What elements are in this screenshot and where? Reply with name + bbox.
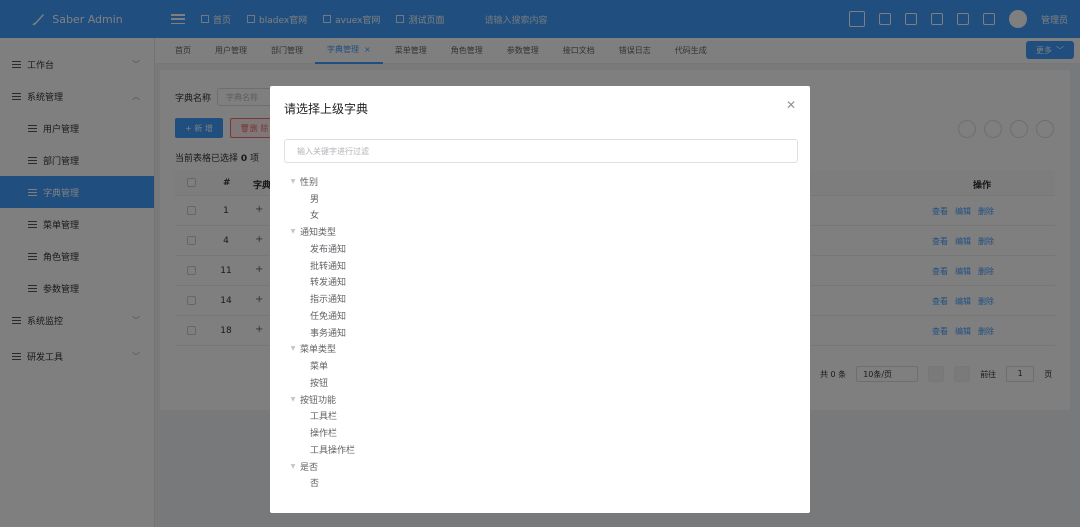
tree-node-label: 事务通知 — [310, 328, 347, 339]
tree-node[interactable]: 工具操作栏 — [288, 441, 355, 458]
tree-node-label: 按钮 — [310, 378, 329, 389]
tree-node-label: 男 — [310, 194, 320, 205]
select-parent-dict-dialog: 请选择上级字典 ✕ 输入关键字进行过滤 ▼ 性别 男 女 ▼ 通知类型 发布通知 批… — [270, 86, 810, 513]
tree-node[interactable]: 操作栏 — [288, 424, 355, 441]
tree-node-label: 指示通知 — [310, 295, 347, 306]
dict-tree: ▼ 性别 男 女 ▼ 通知类型 发布通知 批转通知 转发通知 指示通知 任免通知 事… — [288, 173, 355, 491]
tree-node[interactable]: 发布通知 — [288, 240, 355, 257]
caret-down-icon[interactable]: ▼ — [288, 396, 298, 403]
tree-node[interactable]: ▼ 是否 — [288, 458, 355, 475]
tree-node-label: 操作栏 — [310, 429, 338, 440]
tree-node[interactable]: ▼ 按钮功能 — [288, 391, 355, 408]
tree-node-label: 转发通知 — [310, 278, 347, 289]
tree-node[interactable]: 事务通知 — [288, 324, 355, 341]
tree-node-label: 女 — [310, 211, 320, 222]
tree-node-label: 菜单 — [310, 362, 329, 373]
tree-node[interactable]: 菜单 — [288, 357, 355, 374]
caret-down-icon[interactable]: ▼ — [288, 345, 298, 352]
tree-node-label: 批转通知 — [310, 261, 347, 272]
tree-node[interactable]: ▼ 菜单类型 — [288, 341, 355, 358]
tree-node[interactable]: ▼ 性别 — [288, 173, 355, 190]
tree-node-label: 是否 — [300, 462, 319, 473]
tree-node[interactable]: 男 — [288, 190, 355, 207]
tree-node-label: 性别 — [300, 177, 319, 188]
tree-node-label: 任免通知 — [310, 311, 347, 322]
tree-node[interactable]: 否 — [288, 475, 355, 492]
caret-down-icon[interactable]: ▼ — [288, 178, 298, 185]
tree-node-label: 发布通知 — [310, 244, 347, 255]
tree-node[interactable]: 指示通知 — [288, 290, 355, 307]
tree-node[interactable]: ▼ 通知类型 — [288, 223, 355, 240]
dialog-title: 请选择上级字典 — [284, 102, 369, 116]
tree-node-label: 工具操作栏 — [310, 445, 356, 456]
tree-node-label: 通知类型 — [300, 228, 337, 239]
tree-node[interactable]: 女 — [288, 207, 355, 224]
caret-down-icon[interactable]: ▼ — [288, 228, 298, 235]
tree-node-label: 工具栏 — [310, 412, 338, 423]
filter-input[interactable]: 输入关键字进行过滤 — [284, 139, 798, 163]
close-icon[interactable]: ✕ — [786, 98, 796, 112]
caret-down-icon[interactable]: ▼ — [288, 463, 298, 470]
tree-node[interactable]: 任免通知 — [288, 307, 355, 324]
tree-node[interactable]: 工具栏 — [288, 408, 355, 425]
tree-node[interactable]: 按钮 — [288, 374, 355, 391]
tree-node-label: 菜单类型 — [300, 345, 337, 356]
tree-node[interactable]: 转发通知 — [288, 274, 355, 291]
tree-node-label: 按钮功能 — [300, 395, 337, 406]
tree-node[interactable]: 批转通知 — [288, 257, 355, 274]
tree-node-label: 否 — [310, 479, 320, 490]
